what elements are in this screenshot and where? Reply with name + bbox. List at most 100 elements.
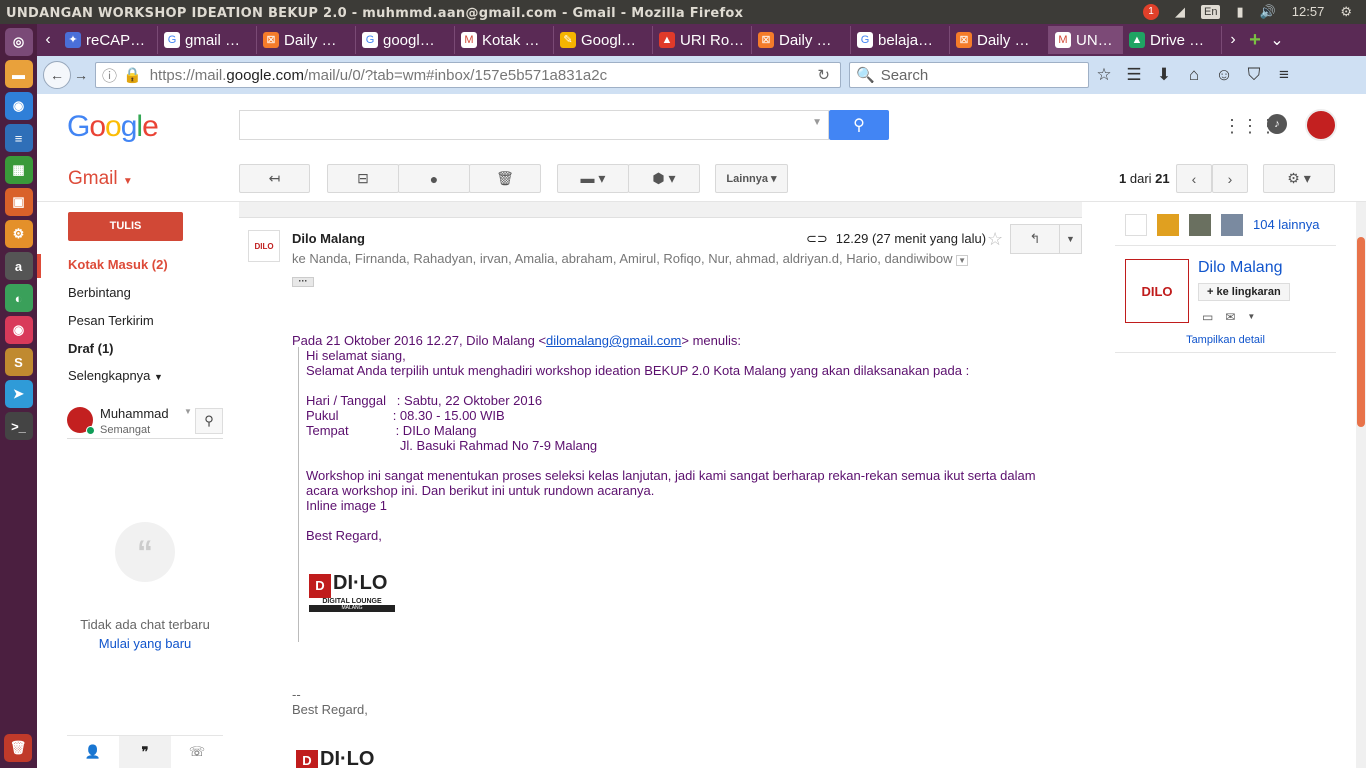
- tab-list-icon[interactable]: ⌄: [1266, 30, 1288, 50]
- tab-daily-2[interactable]: ⊠ Daily …: [752, 26, 851, 54]
- star-icon[interactable]: ☆: [987, 229, 1003, 250]
- impress-icon[interactable]: ▣: [4, 188, 33, 216]
- notifications-icon[interactable]: ♪: [1267, 114, 1287, 134]
- tab-daily-1[interactable]: ⊠ Daily …: [257, 26, 356, 54]
- tab-drive[interactable]: ▲ Drive …: [1123, 26, 1222, 54]
- search-options-icon[interactable]: ▼: [812, 117, 822, 128]
- files-icon[interactable]: ▬: [4, 60, 33, 88]
- mail-icon[interactable]: ✉: [1225, 310, 1235, 324]
- hangout-search-button[interactable]: ⚲: [195, 408, 223, 434]
- tab-undangan[interactable]: M UN…: [1049, 26, 1123, 54]
- pocket-icon[interactable]: ⛉: [1239, 65, 1269, 85]
- scrollbar-thumb[interactable]: [1357, 237, 1365, 427]
- inline-image-alt[interactable]: Inline image 1: [306, 498, 387, 513]
- participant-avatar[interactable]: [1157, 214, 1179, 236]
- participant-avatar[interactable]: [1221, 214, 1243, 236]
- show-trimmed-button[interactable]: ···: [292, 277, 314, 287]
- back-to-inbox-button[interactable]: ↤: [239, 164, 310, 193]
- tab-uri-routing[interactable]: ▲ URI Ro…: [653, 26, 752, 54]
- sublime-icon[interactable]: S: [4, 348, 33, 376]
- url-bar[interactable]: ⓘ 🔒 https://mail. google.com/mail/u/0/?ta…: [95, 62, 841, 88]
- message-icon[interactable]: ▭: [1202, 310, 1213, 324]
- add-to-circle-button[interactable]: + ke lingkaran: [1198, 283, 1290, 301]
- contact-avatar[interactable]: DILO: [1125, 259, 1189, 323]
- writer-icon[interactable]: ≡: [4, 124, 33, 152]
- folder-drafts[interactable]: Draf (1): [68, 341, 114, 356]
- hangout-name[interactable]: Muhammad: [100, 406, 169, 421]
- mail-search-input[interactable]: ▼: [239, 110, 829, 140]
- tab-recaptcha[interactable]: ✦ reCAP…: [59, 26, 158, 54]
- sender-email-link[interactable]: dilomalang@gmail.com: [546, 333, 681, 348]
- move-to-button[interactable]: ▬ ▾: [557, 164, 629, 193]
- phone-tab-icon[interactable]: ☏: [171, 736, 223, 768]
- google-logo[interactable]: Google: [67, 110, 159, 144]
- more-participants-link[interactable]: 104 lainnya: [1253, 217, 1320, 232]
- reading-list-icon[interactable]: ☰: [1119, 65, 1149, 85]
- bookmark-star-icon[interactable]: ☆: [1089, 65, 1119, 85]
- settings-button[interactable]: ⚙ ▾: [1263, 164, 1335, 193]
- gmail-menu[interactable]: Gmail ▼: [68, 168, 133, 190]
- forward-button[interactable]: →: [71, 61, 91, 89]
- sender-name[interactable]: Dilo Malang: [292, 231, 365, 246]
- status-dropdown-icon[interactable]: ▼: [184, 407, 192, 416]
- start-new-chat-link[interactable]: Mulai yang baru: [37, 636, 253, 651]
- tab-scroll-left-icon[interactable]: ‹: [37, 31, 59, 49]
- tab-kotak[interactable]: M Kotak …: [455, 26, 554, 54]
- tab-belajar[interactable]: Gbelaja…: [851, 26, 950, 54]
- participant-avatar[interactable]: [1189, 214, 1211, 236]
- keyboard-layout[interactable]: En: [1200, 5, 1221, 19]
- more-button[interactable]: Lainnya ▾: [715, 164, 788, 193]
- software-icon[interactable]: ◐: [4, 284, 33, 312]
- show-details-icon[interactable]: ▼: [956, 255, 969, 266]
- folder-starred[interactable]: Berbintang: [68, 285, 131, 300]
- screenshot-icon[interactable]: ◉: [4, 316, 33, 344]
- back-button[interactable]: ←: [43, 61, 71, 89]
- battery-icon[interactable]: ▮: [1236, 0, 1243, 24]
- volume-icon[interactable]: 🔊: [1260, 0, 1276, 24]
- compose-button[interactable]: TULIS: [68, 212, 183, 241]
- new-tab-icon[interactable]: +: [1244, 29, 1266, 52]
- tab-google[interactable]: Ggoogl…: [356, 26, 455, 54]
- newer-button[interactable]: ‹: [1176, 164, 1212, 193]
- emoji-icon[interactable]: ☺: [1209, 65, 1239, 85]
- ubuntu-dash-icon[interactable]: ◎: [4, 28, 33, 56]
- folder-sent[interactable]: Pesan Terkirim: [68, 313, 154, 328]
- home-icon[interactable]: ⌂: [1179, 65, 1209, 85]
- older-button[interactable]: ›: [1212, 164, 1248, 193]
- folder-inbox[interactable]: Kotak Masuk (2): [68, 257, 168, 272]
- show-details-link[interactable]: Tampilkan detail: [1115, 334, 1336, 346]
- clock[interactable]: 12:57: [1292, 0, 1325, 24]
- previous-message-collapsed[interactable]: [239, 202, 1082, 218]
- more-actions-button[interactable]: ▼: [1059, 224, 1082, 254]
- contacts-tab-icon[interactable]: 👤: [67, 736, 119, 768]
- calc-icon[interactable]: ▦: [4, 156, 33, 184]
- lock-icon[interactable]: 🔒: [123, 66, 142, 84]
- report-spam-button[interactable]: ●: [398, 164, 470, 193]
- info-icon[interactable]: ⓘ: [102, 65, 117, 86]
- tab-daily-3[interactable]: ⊠ Daily …: [950, 26, 1049, 54]
- power-icon[interactable]: ⚙: [1340, 0, 1352, 24]
- folder-more[interactable]: Selengkapnya ▼: [68, 368, 163, 383]
- mail-search-button[interactable]: ⚲: [829, 110, 889, 140]
- notification-badge[interactable]: 1: [1142, 4, 1159, 20]
- sender-avatar[interactable]: DILO: [248, 230, 280, 262]
- amazon-icon[interactable]: a: [4, 252, 33, 280]
- wifi-icon[interactable]: ◢: [1175, 0, 1185, 24]
- contact-name[interactable]: Dilo Malang: [1198, 259, 1282, 277]
- reload-icon[interactable]: ↻: [817, 66, 830, 84]
- delete-button[interactable]: 🗑: [469, 164, 541, 193]
- tab-gmail-search[interactable]: Ggmail …: [158, 26, 257, 54]
- settings-icon[interactable]: ⚙: [4, 220, 33, 248]
- download-icon[interactable]: ⬇: [1149, 65, 1179, 85]
- tab-scroll-right-icon[interactable]: ›: [1222, 31, 1244, 49]
- archive-button[interactable]: ⊟: [327, 164, 399, 193]
- menu-icon[interactable]: ≡: [1269, 65, 1299, 85]
- reply-button[interactable]: ↰: [1010, 224, 1060, 254]
- terminal-icon[interactable]: >_: [4, 412, 33, 440]
- chat-tab-icon[interactable]: ❞: [119, 736, 171, 768]
- tab-google-keep[interactable]: ✎ Googl…: [554, 26, 653, 54]
- trash-icon[interactable]: 🗑: [4, 734, 32, 762]
- labels-button[interactable]: ⬢ ▾: [628, 164, 700, 193]
- firefox-icon[interactable]: ◉: [4, 92, 33, 120]
- account-avatar[interactable]: [1305, 109, 1337, 141]
